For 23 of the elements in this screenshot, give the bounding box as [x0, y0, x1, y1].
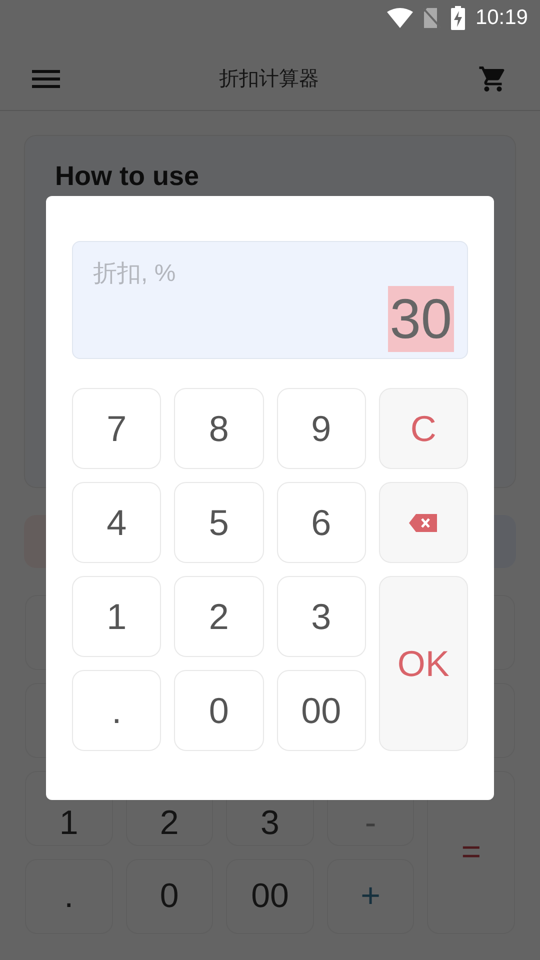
- card-title: How to use: [55, 160, 200, 193]
- digit-key[interactable]: 1: [72, 576, 162, 657]
- digit-key[interactable]: 7: [72, 388, 162, 469]
- digit-key[interactable]: 3: [276, 576, 366, 657]
- digit-key[interactable]: 4: [72, 482, 162, 563]
- digit-key[interactable]: 2: [174, 576, 264, 657]
- wifi-icon: [387, 8, 414, 28]
- digit-key[interactable]: 0: [174, 670, 264, 751]
- menu-icon[interactable]: [32, 69, 60, 89]
- clock-time: 10:19: [475, 5, 528, 32]
- backspace-key[interactable]: [378, 482, 468, 563]
- backspace-icon: [409, 514, 438, 532]
- battery-charging-icon: [451, 6, 466, 30]
- field-label: 折扣, %: [93, 259, 176, 289]
- digit-key[interactable]: 8: [174, 388, 264, 469]
- digit-key[interactable]: 6: [276, 482, 366, 563]
- digit-key[interactable]: 9: [276, 388, 366, 469]
- digit-key[interactable]: .: [72, 670, 162, 751]
- digit-key[interactable]: 5: [174, 482, 264, 563]
- app-title: 折扣计算器: [219, 67, 319, 92]
- discount-input-field[interactable]: 折扣, % 30: [72, 241, 468, 359]
- digit-key[interactable]: 00: [276, 670, 366, 751]
- field-value: 30: [388, 286, 454, 352]
